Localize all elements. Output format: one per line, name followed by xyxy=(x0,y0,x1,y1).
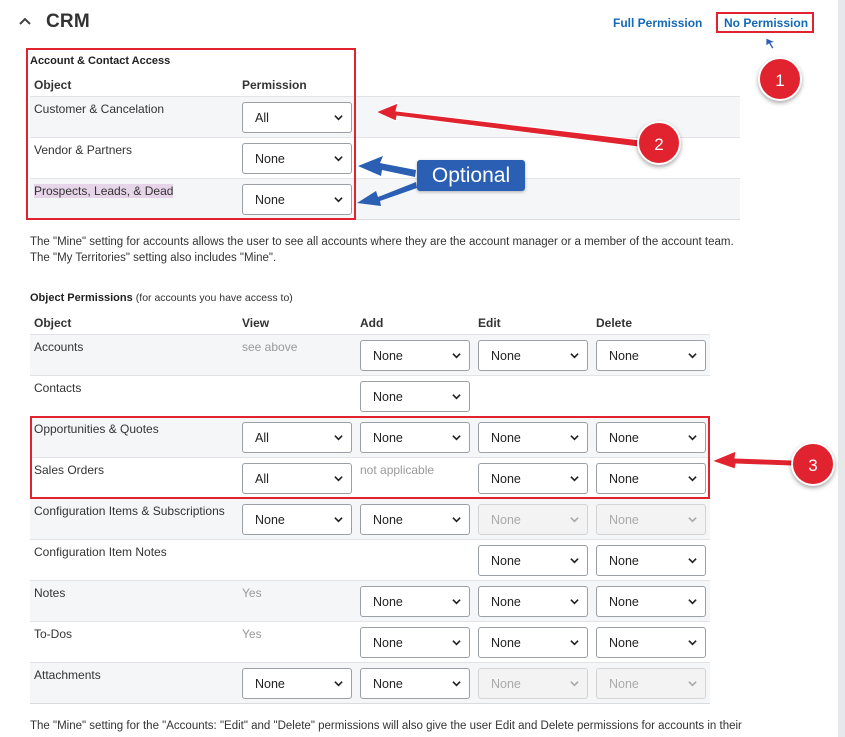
blue-arrow-upper xyxy=(358,156,416,177)
blue-arrow-lower xyxy=(357,182,417,206)
step-badge-1: 1 xyxy=(758,57,802,101)
optional-callout: Optional xyxy=(417,160,525,191)
red-arrow-2 xyxy=(374,102,641,148)
step-badge-2: 2 xyxy=(637,121,681,165)
red-arrow-3 xyxy=(710,450,793,470)
step-badge-3: 3 xyxy=(791,442,835,486)
annotation-arrows xyxy=(357,102,793,470)
